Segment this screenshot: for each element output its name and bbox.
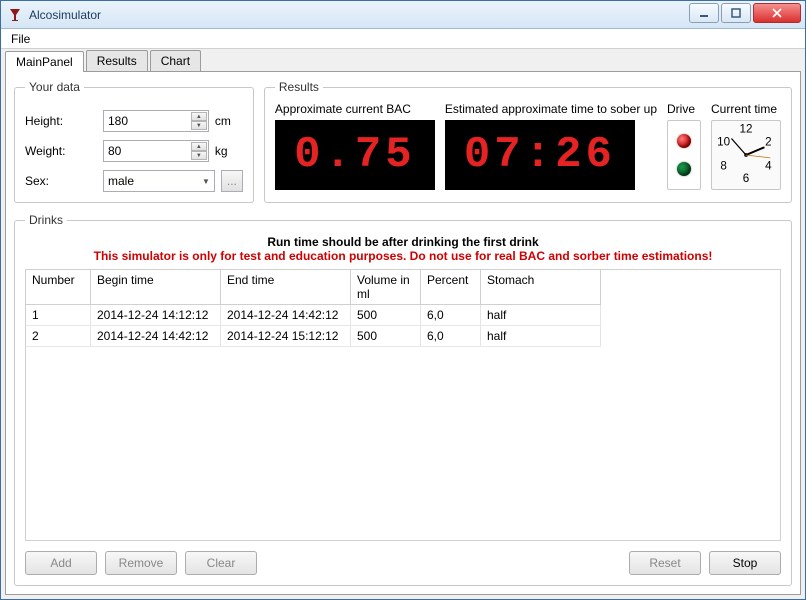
col-end[interactable]: End time [221,270,351,304]
col-volume[interactable]: Volume in ml [351,270,421,304]
content-panel: Your data Height: 180 ▲▼ cm Weight: 80 ▲… [5,71,801,595]
tab-mainpanel[interactable]: MainPanel [5,51,84,72]
clock-label: Current time [711,102,777,116]
height-label: Height: [25,114,103,128]
clock-hour-hand [746,147,764,155]
app-icon [7,7,23,23]
weight-unit: kg [215,144,243,158]
drive-label: Drive [667,102,695,116]
app-title: Alcosimulator [29,8,689,22]
app-window: Alcosimulator File MainPanel Results Cha… [0,0,806,600]
results-legend: Results [275,80,323,94]
table-header: Number Begin time End time Volume in ml … [26,270,601,305]
col-stomach[interactable]: Stomach [481,270,601,304]
stop-button[interactable]: Stop [709,551,781,575]
svg-text:2: 2 [765,135,771,148]
svg-text:10: 10 [717,135,730,148]
analog-clock: 12 2 4 6 8 10 [711,120,781,190]
drinks-table[interactable]: Number Begin time End time Volume in ml … [25,269,781,541]
height-value: 180 [108,114,204,128]
col-number[interactable]: Number [26,270,91,304]
col-begin[interactable]: Begin time [91,270,221,304]
sex-combo[interactable]: male ▼ [103,170,215,192]
more-button[interactable]: ... [221,170,243,192]
led-red-icon [677,134,691,148]
tab-results[interactable]: Results [86,50,148,71]
drive-indicator [667,120,701,190]
menu-file[interactable]: File [5,30,36,48]
weight-value: 80 [108,144,204,158]
height-input[interactable]: 180 ▲▼ [103,110,209,132]
close-button[interactable] [753,3,801,23]
sex-label: Sex: [25,174,103,188]
svg-text:4: 4 [765,160,772,173]
yourdata-legend: Your data [25,80,84,94]
results-group: Results Approximate current BAC 0.75 Est… [264,80,792,203]
height-down-icon[interactable]: ▼ [191,121,207,130]
col-percent[interactable]: Percent [421,270,481,304]
table-row[interactable]: 1 2014-12-24 14:12:12 2014-12-24 14:42:1… [26,305,601,326]
yourdata-group: Your data Height: 180 ▲▼ cm Weight: 80 ▲… [14,80,254,203]
clear-button[interactable]: Clear [185,551,257,575]
tab-chart[interactable]: Chart [150,50,201,71]
button-row: Add Remove Clear Reset Stop [25,551,781,575]
height-unit: cm [215,114,243,128]
svg-text:8: 8 [720,160,726,173]
weight-up-icon[interactable]: ▲ [191,142,207,151]
hint-runtime: Run time should be after drinking the fi… [25,235,781,249]
hint-warning: This simulator is only for test and educ… [25,249,781,263]
minimize-button[interactable] [689,3,719,23]
weight-input[interactable]: 80 ▲▼ [103,140,209,162]
weight-down-icon[interactable]: ▼ [191,151,207,160]
menubar: File [1,29,805,49]
remove-button[interactable]: Remove [105,551,177,575]
svg-text:12: 12 [740,123,753,136]
maximize-button[interactable] [721,3,751,23]
weight-label: Weight: [25,144,103,158]
window-buttons [689,1,805,28]
sober-display: 07:26 [445,120,635,190]
clock-second-hand [746,155,770,158]
bac-label: Approximate current BAC [275,102,411,116]
sex-value: male [108,174,134,188]
bac-display: 0.75 [275,120,435,190]
clock-minute-hand [731,138,746,155]
table-row[interactable]: 2 2014-12-24 14:42:12 2014-12-24 15:12:1… [26,326,601,347]
svg-text:6: 6 [743,172,749,185]
height-up-icon[interactable]: ▲ [191,112,207,121]
add-button[interactable]: Add [25,551,97,575]
chevron-down-icon: ▼ [202,177,210,186]
sober-label: Estimated approximate time to sober up [445,102,657,116]
drinks-group: Drinks Run time should be after drinking… [14,213,792,586]
tabbar: MainPanel Results Chart [1,49,805,71]
reset-button[interactable]: Reset [629,551,701,575]
led-green-icon [677,162,691,176]
titlebar[interactable]: Alcosimulator [1,1,805,29]
drinks-legend: Drinks [25,213,67,227]
